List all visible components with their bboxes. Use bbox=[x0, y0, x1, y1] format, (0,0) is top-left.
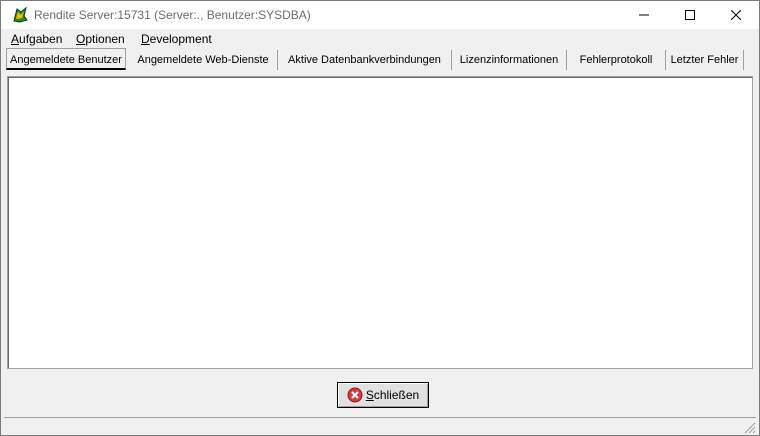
menu-aufgaben[interactable]: Aufgaben bbox=[11, 32, 62, 46]
close-button-label: Schließen bbox=[365, 388, 420, 402]
app-window: Rendite Server:15731 (Server:., Benutzer… bbox=[0, 0, 760, 436]
menu-development[interactable]: Development bbox=[141, 32, 212, 46]
title-bar[interactable]: Rendite Server:15731 (Server:., Benutzer… bbox=[1, 1, 759, 29]
window-title: Rendite Server:15731 (Server:., Benutzer… bbox=[34, 8, 311, 22]
red-x-circle-icon bbox=[347, 387, 363, 403]
window-close-button[interactable] bbox=[713, 1, 759, 29]
tab-letzter-fehler[interactable]: Letzter Fehler bbox=[666, 50, 744, 70]
tab-fehlerprotokoll[interactable]: Fehlerprotokoll bbox=[567, 50, 666, 70]
tab-angemeldete-benutzer[interactable]: Angemeldete Benutzer bbox=[6, 48, 126, 70]
tab-content-panel[interactable] bbox=[7, 76, 753, 369]
status-bar bbox=[4, 417, 756, 434]
tab-strip: Angemeldete Benutzer Angemeldete Web-Die… bbox=[5, 48, 755, 72]
tab-aktive-datenbankverbindungen[interactable]: Aktive Datenbankverbindungen bbox=[278, 50, 452, 70]
rendite-app-icon[interactable] bbox=[11, 6, 29, 24]
maximize-button[interactable] bbox=[667, 1, 713, 29]
menu-bar: Aufgaben Optionen Development bbox=[1, 30, 759, 48]
tab-angemeldete-web-dienste[interactable]: Angemeldete Web-Dienste bbox=[129, 50, 278, 70]
close-icon bbox=[731, 10, 741, 20]
tab-lizenzinformationen[interactable]: Lizenzinformationen bbox=[452, 50, 567, 70]
menu-optionen[interactable]: Optionen bbox=[76, 32, 125, 46]
close-button[interactable]: Schließen bbox=[337, 382, 429, 408]
maximize-icon bbox=[685, 10, 695, 20]
minimize-button[interactable] bbox=[621, 1, 667, 29]
minimize-icon bbox=[639, 14, 649, 16]
resize-grip-icon[interactable] bbox=[742, 420, 756, 434]
